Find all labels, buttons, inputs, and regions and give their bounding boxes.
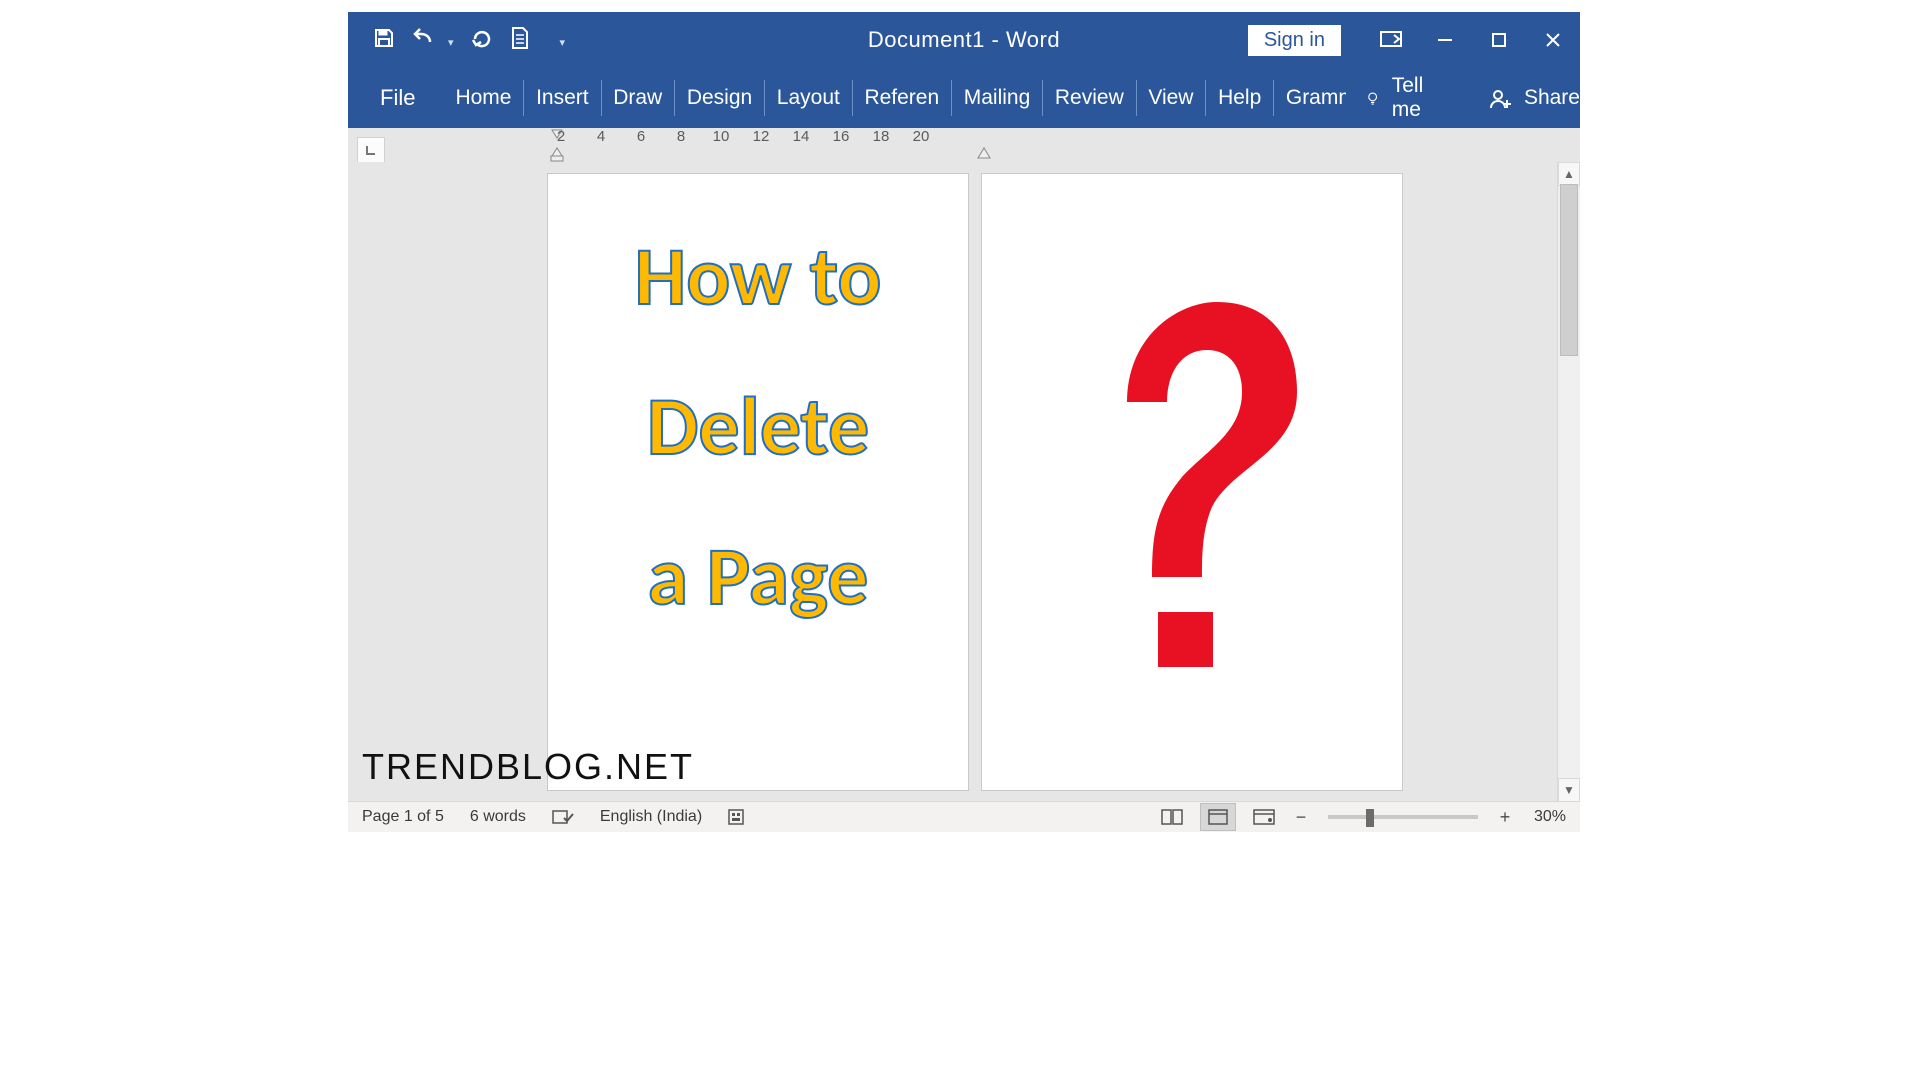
share-icon bbox=[1488, 86, 1514, 110]
wordart-line-3: a Page bbox=[648, 534, 869, 620]
question-mark-icon bbox=[982, 174, 1402, 790]
undo-icon[interactable] bbox=[410, 26, 438, 55]
scroll-thumb[interactable] bbox=[1560, 184, 1578, 356]
macro-recording-icon[interactable] bbox=[728, 808, 748, 826]
ruler-tick: 14 bbox=[781, 128, 821, 145]
ruler-scale: 2 4 6 8 10 12 14 16 18 20 bbox=[541, 128, 941, 162]
language-status[interactable]: English (India) bbox=[600, 808, 702, 826]
zoom-out-button[interactable]: − bbox=[1292, 807, 1310, 828]
tab-view[interactable]: View bbox=[1136, 76, 1205, 120]
document-icon[interactable] bbox=[508, 25, 532, 56]
redo-icon[interactable] bbox=[468, 25, 494, 56]
quick-access-toolbar: ▾ ▾ bbox=[348, 25, 565, 56]
wordart-text[interactable]: How to Delete a Page bbox=[548, 174, 968, 620]
right-indent-marker[interactable] bbox=[976, 146, 992, 160]
ribbon-display-options-icon[interactable] bbox=[1364, 12, 1418, 68]
read-mode-button[interactable] bbox=[1154, 803, 1190, 831]
scroll-down-icon[interactable]: ▼ bbox=[1558, 778, 1580, 802]
vertical-scrollbar[interactable]: ▲ ▼ bbox=[1557, 162, 1580, 802]
lightbulb-icon bbox=[1366, 87, 1379, 109]
print-layout-button[interactable] bbox=[1200, 803, 1236, 831]
page-2[interactable] bbox=[982, 174, 1402, 790]
horizontal-ruler[interactable]: 2 4 6 8 10 12 14 16 18 20 bbox=[348, 128, 1580, 162]
tab-references[interactable]: Referen bbox=[852, 76, 951, 120]
watermark-text: TRENDBLOG.NET bbox=[362, 746, 694, 788]
qat-customize-icon[interactable]: ▾ bbox=[560, 36, 566, 49]
tab-insert[interactable]: Insert bbox=[524, 76, 601, 120]
ruler-tick: 12 bbox=[741, 128, 781, 145]
ruler-tick: 8 bbox=[661, 128, 701, 145]
tab-mailings[interactable]: Mailing bbox=[952, 76, 1043, 120]
ruler-tick: 20 bbox=[901, 128, 941, 145]
zoom-in-button[interactable]: + bbox=[1496, 807, 1514, 828]
zoom-slider[interactable] bbox=[1328, 815, 1478, 819]
save-icon[interactable] bbox=[372, 26, 396, 55]
tab-home[interactable]: Home bbox=[443, 76, 523, 120]
tab-help[interactable]: Help bbox=[1206, 76, 1273, 120]
ruler-tick: 2 bbox=[541, 128, 581, 145]
wordart-line-1: How to bbox=[634, 234, 881, 320]
tab-file[interactable]: File bbox=[348, 76, 443, 120]
maximize-button[interactable] bbox=[1472, 12, 1526, 68]
tab-selector-icon[interactable] bbox=[358, 138, 384, 162]
page-1[interactable]: How to Delete a Page bbox=[548, 174, 968, 790]
tab-grammarly[interactable]: Gramma bbox=[1274, 76, 1347, 120]
close-button[interactable] bbox=[1526, 12, 1580, 68]
zoom-level[interactable]: 30% bbox=[1534, 808, 1566, 826]
minimize-button[interactable] bbox=[1418, 12, 1472, 68]
wordart-line-2: Delete bbox=[647, 384, 870, 470]
status-bar: Page 1 of 5 6 words English (India) − bbox=[348, 801, 1580, 832]
word-count-status[interactable]: 6 words bbox=[470, 808, 526, 826]
tab-design[interactable]: Design bbox=[675, 76, 764, 120]
spell-check-icon[interactable] bbox=[552, 808, 574, 826]
ruler-tick: 10 bbox=[701, 128, 741, 145]
ruler-tick: 18 bbox=[861, 128, 901, 145]
page-number-status[interactable]: Page 1 of 5 bbox=[362, 808, 444, 826]
ruler-tick: 16 bbox=[821, 128, 861, 145]
zoom-slider-thumb[interactable] bbox=[1366, 809, 1374, 827]
undo-dropdown-icon[interactable]: ▾ bbox=[448, 36, 454, 49]
tab-draw[interactable]: Draw bbox=[601, 76, 674, 120]
tell-me-button[interactable]: Tell me bbox=[1346, 74, 1452, 122]
web-layout-button[interactable] bbox=[1246, 803, 1282, 831]
ruler-tick: 4 bbox=[581, 128, 621, 145]
title-bar: ▾ ▾ Document1 - Word Sign in bbox=[348, 12, 1580, 68]
tab-layout[interactable]: Layout bbox=[765, 76, 852, 120]
window-controls: Sign in bbox=[1247, 12, 1580, 68]
ruler-tick: 6 bbox=[621, 128, 661, 145]
share-label: Share bbox=[1524, 86, 1580, 110]
tab-review[interactable]: Review bbox=[1043, 76, 1136, 120]
share-button[interactable]: Share bbox=[1452, 86, 1580, 110]
scroll-up-icon[interactable]: ▲ bbox=[1558, 162, 1580, 186]
word-window: ▾ ▾ Document1 - Word Sign in bbox=[348, 12, 1580, 832]
tell-me-label: Tell me bbox=[1392, 74, 1432, 122]
document-area[interactable]: How to Delete a Page bbox=[348, 162, 1580, 802]
ribbon-tabs: File Home Insert Draw Design Layout Refe… bbox=[348, 68, 1580, 128]
sign-in-button[interactable]: Sign in bbox=[1247, 24, 1342, 57]
